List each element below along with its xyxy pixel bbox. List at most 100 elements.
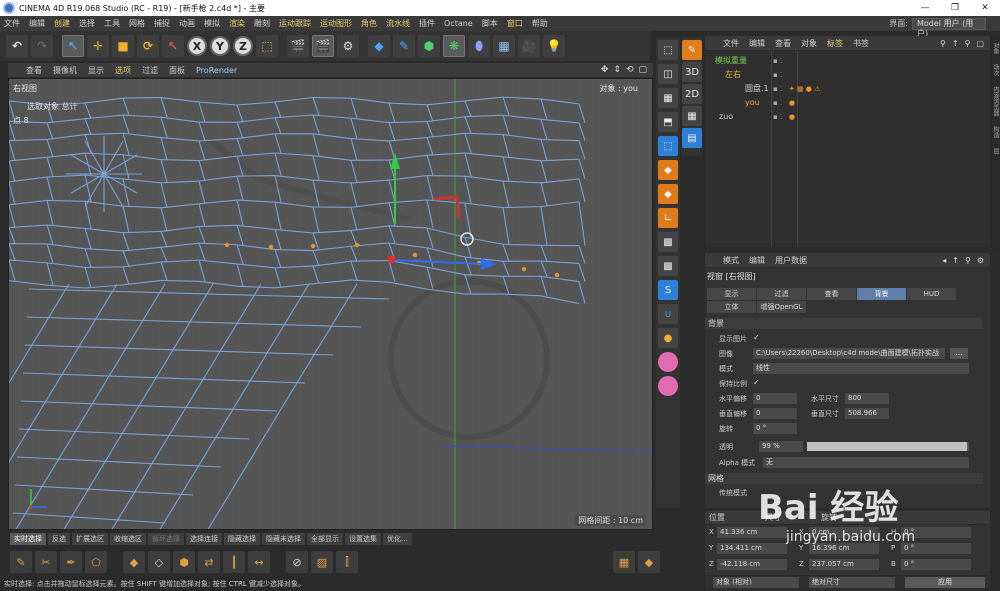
viewport-menu-filter[interactable]: 过滤	[142, 65, 158, 76]
polygon-pen-icon[interactable]: ⬠	[85, 551, 107, 573]
cube-icon[interactable]: ◆	[368, 35, 390, 57]
brush-icon[interactable]: ✎	[10, 551, 32, 573]
y-axis-lock-icon[interactable]: Y	[210, 36, 230, 56]
menu-render[interactable]: 渲染	[229, 18, 245, 29]
menu-tools[interactable]: 工具	[104, 18, 120, 29]
menu-window[interactable]: 窗口	[507, 18, 523, 29]
menu-help[interactable]: 帮助	[532, 18, 548, 29]
tab-background[interactable]: 背景	[857, 288, 906, 300]
tab-hud[interactable]: HUD	[907, 288, 956, 300]
viewport-menu-camera[interactable]: 摄像机	[53, 65, 77, 76]
object-row[interactable]: 模拟重量 ▪ ⁚	[705, 54, 990, 67]
layout-dropdown[interactable]: Model 用户 (用户)	[912, 17, 986, 38]
menu-animate[interactable]: 动画	[179, 18, 195, 29]
redo-icon[interactable]: ↷	[31, 35, 53, 57]
rotate-field[interactable]: 0 °	[753, 423, 797, 434]
tab-live-selection[interactable]: 实时选择	[10, 533, 46, 545]
snap-icon[interactable]: S	[658, 280, 678, 300]
sculpt-icon[interactable]	[658, 376, 678, 396]
model-mode-icon[interactable]: ◫	[658, 64, 678, 84]
workplane-icon[interactable]: ⬒	[658, 112, 678, 132]
am-menu-mode[interactable]: 模式	[723, 255, 739, 266]
move-icon[interactable]: ✛	[87, 35, 109, 57]
tab-filter[interactable]: 过滤	[757, 288, 806, 300]
viewport-menu-options[interactable]: 选项	[115, 65, 131, 76]
object-row[interactable]: 圆盘.1 ▪ ⁚ ✦ ▦ ● ⚠	[705, 82, 990, 95]
object-row[interactable]: 左右 ▪ ⁚	[705, 68, 990, 81]
object-name[interactable]: zuo	[719, 112, 733, 121]
object-flags[interactable]: ▪ ⁚	[773, 57, 782, 65]
tab-grow-selection[interactable]: 扩展选区	[72, 533, 108, 545]
tab-stereo[interactable]: 立体	[707, 301, 756, 313]
menu-pipeline[interactable]: 流水线	[386, 18, 410, 29]
menu-motion-tracker[interactable]: 运动跟踪	[279, 18, 311, 29]
menu-file[interactable]: 文件	[4, 18, 20, 29]
image-path-field[interactable]: C:\Users\22260\Desktop\c4d mode\曲面建模\拓扑实…	[753, 348, 945, 359]
transparency-field[interactable]: 99 %	[759, 441, 803, 452]
size-mode-dropdown[interactable]: 绝对尺寸	[809, 577, 895, 588]
menu-plugins[interactable]: 插件	[419, 18, 435, 29]
points-mode-icon[interactable]: ⬚	[658, 136, 678, 156]
tab-loop-selection[interactable]: 循环选择	[148, 533, 184, 545]
tab-set-selection[interactable]: 设置选集	[345, 533, 381, 545]
om-search-icon[interactable]: ⚲	[940, 39, 946, 48]
axis-mode-icon[interactable]: ∟	[658, 208, 678, 228]
menu-character[interactable]: 角色	[361, 18, 377, 29]
extrude-icon[interactable]: ◆	[123, 551, 145, 573]
side-tab-structure[interactable]: 构造	[991, 126, 1000, 138]
pen-icon[interactable]: ✒	[60, 551, 82, 573]
magnet-icon[interactable]: ∪	[658, 304, 678, 324]
keep-ratio-checkbox[interactable]: ✓	[753, 378, 760, 387]
show-image-checkbox[interactable]: ✓	[753, 333, 760, 342]
bridge-icon[interactable]: ⇄	[198, 551, 220, 573]
v-size-field[interactable]: 508.966	[845, 408, 889, 419]
alpha-mode-dropdown[interactable]: 无	[763, 457, 969, 468]
zoom-icon[interactable]: ⇕	[613, 65, 621, 75]
menu-create[interactable]: 创建	[54, 18, 70, 29]
subdivision-icon[interactable]: ⬢	[418, 35, 440, 57]
am-search-icon[interactable]: ⚲	[965, 256, 971, 265]
tab-hide-unselected[interactable]: 隐藏未选择	[262, 533, 305, 545]
soft-selection-icon[interactable]: ▩	[658, 256, 678, 276]
om-menu-bookmarks[interactable]: 书签	[853, 38, 869, 49]
tab-enhanced-opengl[interactable]: 增强OpenGL	[757, 301, 806, 313]
apply-button[interactable]: 应用	[905, 577, 985, 588]
side-tab-content-browser[interactable]: 内容浏览器	[991, 86, 1000, 116]
viewport-menu-view[interactable]: 查看	[26, 65, 42, 76]
side-tab-objects[interactable]: 对象	[991, 42, 1000, 54]
render-picture-viewer-icon[interactable]: 🎬	[312, 35, 334, 57]
light-icon[interactable]: 💡	[543, 35, 565, 57]
scale-icon[interactable]: ■	[112, 35, 134, 57]
3d-view-icon[interactable]: 3D	[682, 62, 702, 82]
menu-octane[interactable]: Octane	[444, 19, 473, 28]
stitch-icon[interactable]: ⫿	[336, 551, 358, 573]
menu-mesh[interactable]: 网格	[129, 18, 145, 29]
menu-simulate[interactable]: 模拟	[204, 18, 220, 29]
object-name[interactable]: 左右	[725, 69, 741, 80]
om-new-icon[interactable]: ▢	[976, 39, 984, 48]
tweak-mode-icon[interactable]: ▩	[658, 232, 678, 252]
bevel-icon[interactable]: ⬢	[173, 551, 195, 573]
object-name[interactable]: 圆盘.1	[745, 83, 769, 94]
2d-view-icon[interactable]: 2D	[682, 84, 702, 104]
v-offset-field[interactable]: 0	[753, 408, 797, 419]
om-menu-file[interactable]: 文件	[723, 38, 739, 49]
polygons-mode-icon[interactable]: ◆	[658, 184, 678, 204]
slide-icon[interactable]: ↔	[248, 551, 270, 573]
om-menu-view[interactable]: 查看	[775, 38, 791, 49]
texture-mode-icon[interactable]: ▦	[658, 88, 678, 108]
am-menu-edit[interactable]: 编辑	[749, 255, 765, 266]
menu-snap[interactable]: 捕捉	[154, 18, 170, 29]
x-axis-lock-icon[interactable]: X	[187, 36, 207, 56]
xyz-snap-icon[interactable]: ●	[658, 328, 678, 348]
texture-tool-icon[interactable]: ▦	[613, 551, 635, 573]
tab-view[interactable]: 查看	[807, 288, 856, 300]
orange-tool-icon[interactable]: ✎	[682, 40, 702, 60]
loop-cut-icon[interactable]: ┃	[223, 551, 245, 573]
pan-icon[interactable]: ✥	[601, 65, 609, 75]
object-name[interactable]: you	[745, 98, 760, 107]
viewport-menu-display[interactable]: 显示	[88, 65, 104, 76]
camera-icon[interactable]: 🎥	[518, 35, 540, 57]
menu-sculpt[interactable]: 雕刻	[254, 18, 270, 29]
om-menu-objects[interactable]: 对象	[801, 38, 817, 49]
